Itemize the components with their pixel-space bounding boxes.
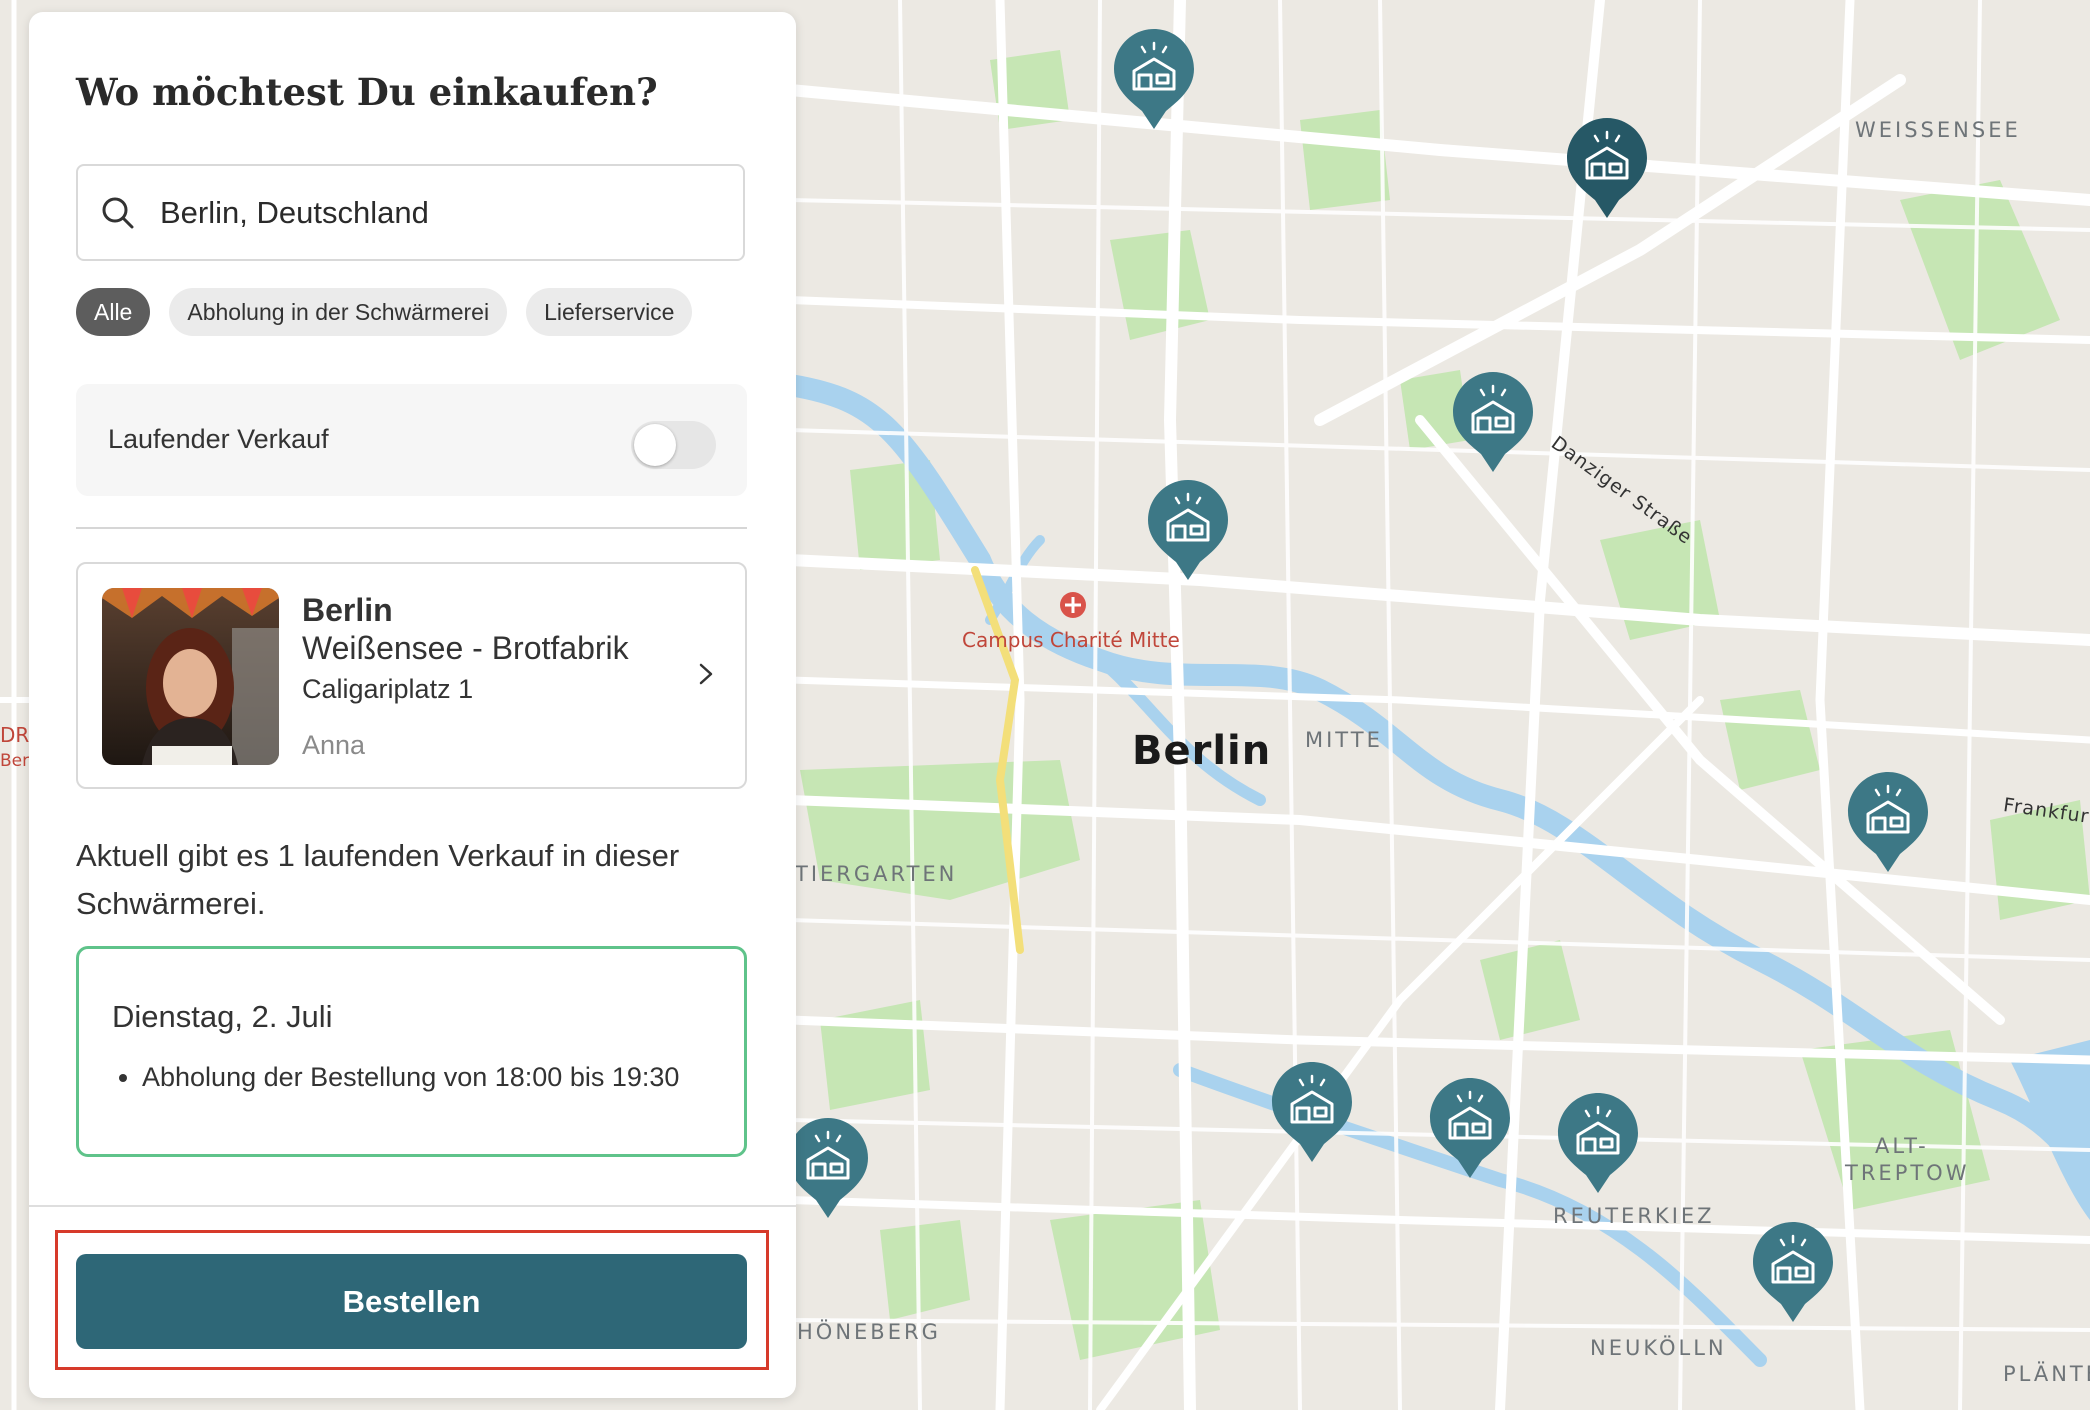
filter-chips: Alle Abholung in der Schwärmerei Liefers… <box>76 288 693 336</box>
footer-divider <box>29 1205 796 1207</box>
map-label-alt-treptow-2: TREPTOW <box>1845 1161 1970 1185</box>
running-sale-toggle[interactable] <box>631 421 716 469</box>
farm-shop-marker-icon <box>1848 772 1928 872</box>
filter-chip-alle[interactable]: Alle <box>76 288 151 336</box>
farm-shop-marker-icon <box>788 1118 868 1218</box>
divider <box>76 527 747 529</box>
farm-shop-marker[interactable] <box>1451 370 1535 474</box>
filter-chip-abholung[interactable]: Abholung in der Schwärmerei <box>169 288 508 336</box>
farm-shop-marker-icon <box>1567 118 1647 218</box>
pickup-time: Abholung der Bestellung von 18:00 bis 19… <box>142 1061 702 1093</box>
farm-shop-marker[interactable] <box>1428 1076 1512 1180</box>
farm-shop-marker-icon <box>1558 1093 1638 1193</box>
map-label-schoeneberg: HÖNEBERG <box>797 1320 941 1344</box>
farm-shop-marker[interactable] <box>1556 1091 1640 1195</box>
sale-details: Abholung der Bestellung von 18:00 bis 19… <box>112 1061 702 1093</box>
store-finder-panel: Wo möchtest Du einkaufen? Alle Abholung … <box>29 12 796 1398</box>
farm-shop-marker-icon <box>1453 372 1533 472</box>
order-button[interactable]: Bestellen <box>76 1254 747 1349</box>
search-input[interactable] <box>158 193 722 232</box>
host-photo <box>102 588 279 765</box>
sale-card: Dienstag, 2. Juli Abholung der Bestellun… <box>76 946 747 1157</box>
store-card[interactable]: Berlin Weißensee - Brotfabrik Caligaripl… <box>76 562 747 789</box>
map-label-ddr-1: DR <box>0 723 30 747</box>
farm-shop-marker[interactable] <box>1146 478 1230 582</box>
farm-shop-marker-icon <box>1114 29 1194 129</box>
map-label-berlin: Berlin <box>1132 728 1272 774</box>
farm-shop-marker-icon <box>1430 1078 1510 1178</box>
map-label-reuterkiez: REUTERKIEZ <box>1553 1204 1715 1228</box>
map-label-tiergarten: TIERGARTEN <box>795 862 958 886</box>
farm-shop-marker-icon <box>1148 480 1228 580</box>
map-label-neukoelln: NEUKÖLLN <box>1590 1336 1727 1360</box>
map-label-plaenter: PLÄNTE <box>2003 1362 2090 1386</box>
map-label-campus-charite: Campus Charité Mitte <box>962 628 1180 652</box>
farm-shop-marker[interactable] <box>786 1116 870 1220</box>
search-icon <box>102 197 134 228</box>
farm-shop-marker[interactable] <box>1751 1220 1835 1324</box>
filter-chip-lieferservice[interactable]: Lieferservice <box>526 288 693 336</box>
toggle-knob <box>634 424 676 466</box>
chevron-right-icon <box>699 663 713 685</box>
farm-shop-marker-icon <box>1272 1062 1352 1162</box>
store-city: Berlin <box>302 592 393 628</box>
map-label-weissensee: WEISSENSEE <box>1855 118 2021 142</box>
farm-shop-marker[interactable] <box>1270 1060 1354 1164</box>
map-label-alt-treptow-1: ALT- <box>1875 1134 1929 1158</box>
map-label-mitte: MITTE <box>1305 728 1383 752</box>
sale-date: Dienstag, 2. Juli <box>112 999 333 1034</box>
farm-shop-marker[interactable] <box>1112 27 1196 131</box>
farm-shop-marker[interactable] <box>1565 116 1649 220</box>
store-name: Weißensee - Brotfabrik <box>302 630 629 666</box>
running-sale-label: Laufender Verkauf <box>108 424 329 454</box>
running-sale-info: Aktuell gibt es 1 laufenden Verkauf in d… <box>76 838 680 921</box>
search-box[interactable] <box>76 164 745 261</box>
running-sale-filter: Laufender Verkauf <box>76 384 747 496</box>
store-host: Anna <box>302 730 366 760</box>
panel-title: Wo möchtest Du einkaufen? <box>76 70 658 114</box>
farm-shop-marker-icon <box>1753 1222 1833 1322</box>
farm-shop-marker[interactable] <box>1846 770 1930 874</box>
store-address: Caligariplatz 1 <box>302 674 474 704</box>
